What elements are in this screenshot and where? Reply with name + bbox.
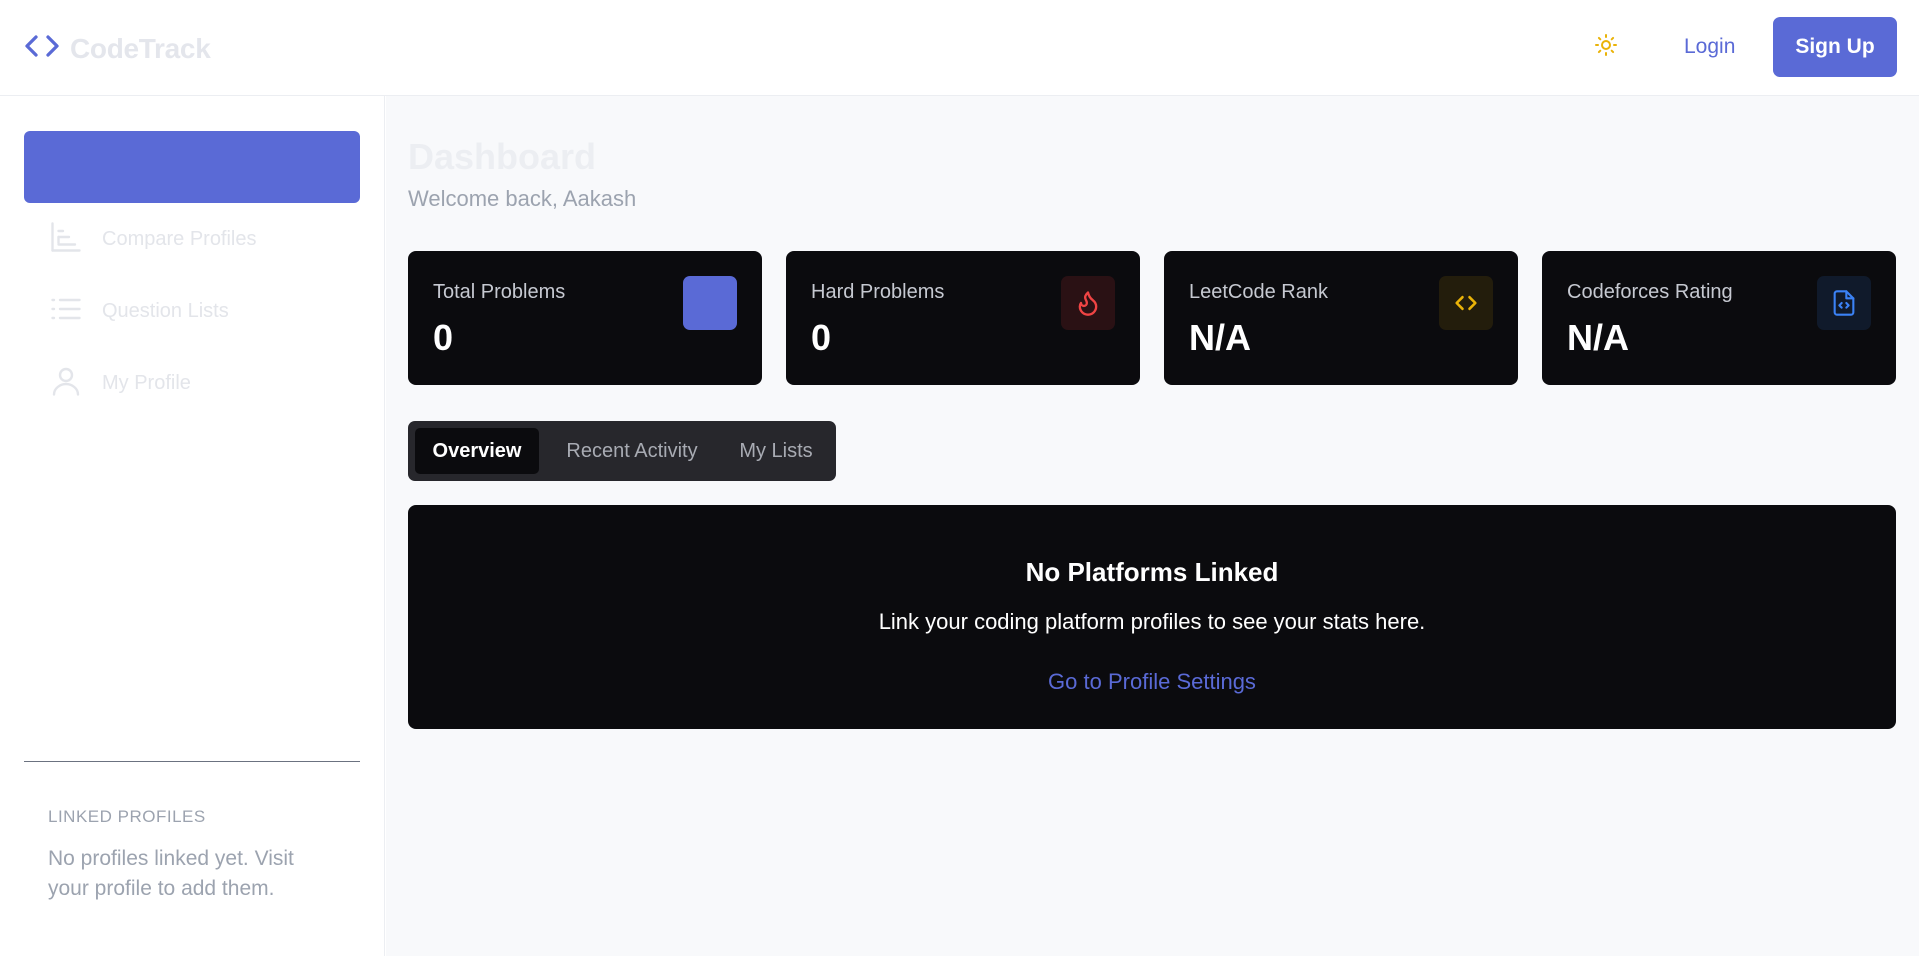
stat-value: 0 [433, 317, 454, 358]
welcome-message: Welcome back, Aakash [408, 186, 637, 211]
linked-profiles-message: No profiles linked yet. Visit your profi… [48, 847, 294, 900]
sidebar-item-label: My Profile [102, 371, 191, 394]
page-title: Dashboard [408, 136, 597, 177]
stat-label: Hard Problems [811, 281, 945, 303]
list-icon [48, 291, 84, 332]
code-icon [1439, 276, 1493, 330]
profile-settings-link[interactable]: Go to Profile Settings [408, 669, 1896, 695]
brand-logo[interactable]: CodeTrack [24, 28, 211, 69]
sidebar-divider [24, 761, 360, 762]
dashboard-tabs: Overview Recent Activity My Lists [408, 421, 836, 481]
no-platforms-card: No Platforms Linked Link your coding pla… [408, 505, 1896, 729]
empty-state-title: No Platforms Linked [1025, 557, 1279, 587]
stat-card-hard-problems: Hard Problems 0 [786, 251, 1140, 385]
sidebar: Compare Profiles Question Lists My Profi… [0, 96, 385, 956]
sidebar-item-compare-profiles[interactable]: Compare Profiles [48, 219, 257, 259]
stat-card-codeforces-rating: Codeforces Rating N/A [1542, 251, 1896, 385]
stat-value: 0 [811, 317, 832, 358]
stat-label: LeetCode Rank [1189, 281, 1328, 303]
tab-overview[interactable]: Overview [415, 428, 539, 474]
flame-icon [1061, 276, 1115, 330]
linked-profiles-heading: LINKED PROFILES [48, 807, 206, 826]
top-header: CodeTrack Login Sign Up [0, 0, 1919, 96]
theme-toggle-button[interactable] [1591, 32, 1621, 62]
stat-card-leetcode-rank: LeetCode Rank N/A [1164, 251, 1518, 385]
sidebar-item-dashboard[interactable] [24, 131, 360, 203]
empty-state-text: Link your coding platform profiles to se… [878, 609, 1426, 634]
sidebar-item-label: Question Lists [102, 299, 229, 322]
blank-square-icon [683, 276, 737, 330]
stat-value: N/A [1189, 317, 1251, 358]
signup-button[interactable]: Sign Up [1773, 17, 1897, 77]
login-link[interactable]: Login [1684, 35, 1735, 59]
stat-value: N/A [1567, 317, 1629, 358]
tab-recent-activity[interactable]: Recent Activity [542, 428, 722, 474]
sidebar-item-my-profile[interactable]: My Profile [48, 363, 191, 403]
sun-icon [1594, 33, 1618, 62]
sidebar-item-question-lists[interactable]: Question Lists [48, 291, 229, 331]
tab-my-lists[interactable]: My Lists [724, 428, 828, 474]
stat-card-total-problems: Total Problems 0 [408, 251, 762, 385]
brand-name: CodeTrack [70, 32, 211, 64]
bar-chart-icon [48, 219, 84, 260]
user-icon [48, 363, 84, 404]
sidebar-item-label: Compare Profiles [102, 227, 257, 250]
code-file-icon [1817, 276, 1871, 330]
main-content: Dashboard Welcome back, Aakash Total Pro… [386, 96, 1919, 956]
stat-label: Codeforces Rating [1567, 281, 1733, 303]
code-brackets-icon [24, 28, 60, 69]
stat-label: Total Problems [433, 281, 566, 303]
